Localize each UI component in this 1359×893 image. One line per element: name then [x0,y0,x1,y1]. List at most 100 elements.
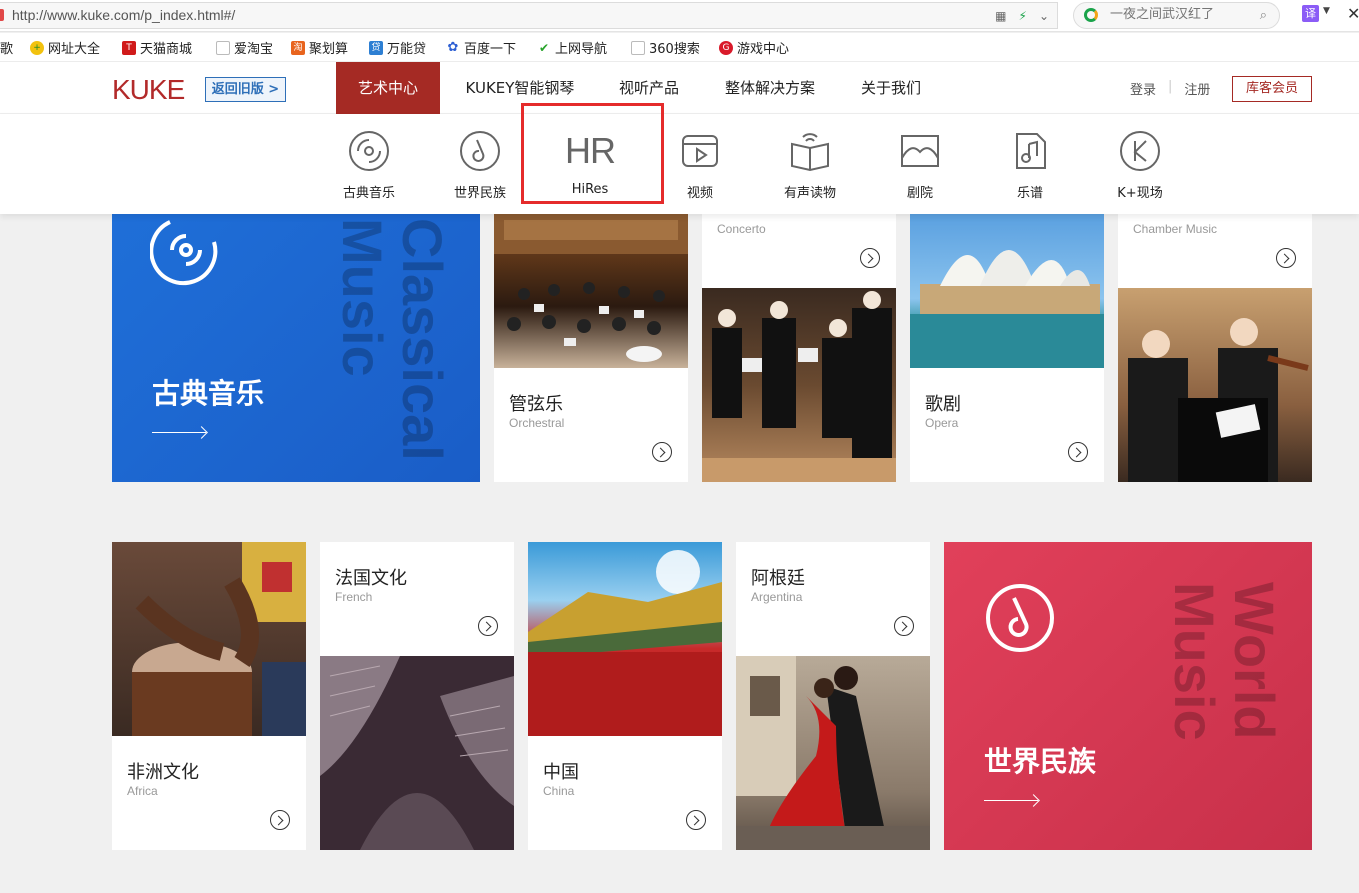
classical-word: Classical [391,218,454,461]
address-bar[interactable]: http://www.kuke.com/p_index.html#/ ▦ ⚡ ⌄ [0,2,1058,29]
card-subtitle: Opera [925,416,959,430]
arc-de-triomphe-photo [320,656,514,850]
card-subtitle: Africa [127,784,158,798]
arrow-right-icon [152,432,206,433]
disc-icon [349,131,389,171]
nav-about-us[interactable]: 关于我们 [846,62,936,114]
french-card[interactable]: 法国文化 French [320,542,514,850]
submenu-label: 剧院 [906,186,933,201]
register-link[interactable]: 注册 [1184,79,1210,98]
baidu-paw-icon: ✿ [446,39,460,55]
card-title: 世界民族 [984,745,1097,778]
arrow-right-icon [984,800,1038,801]
caret-down-icon[interactable]: ▼ [1323,6,1330,16]
grid-icon[interactable]: ▦ [995,9,1006,23]
content-grid: Classical Music 古典音乐 管弦乐 Orchestral Conc… [0,214,1359,893]
circle-arrow-icon[interactable] [478,616,498,636]
art-center-submenu: 古典音乐 世界民族 HR HiRes 视频 有声读物 剧院 乐谱 K+现场 [0,114,1359,214]
submenu-classical[interactable]: 古典音乐 [324,128,414,201]
note-circle-icon [460,131,500,171]
card-title: 管弦乐 [509,394,563,415]
nav-solutions[interactable]: 整体解决方案 [710,62,830,114]
submenu-hires[interactable]: HR HiRes [545,128,635,197]
search-engine-icon[interactable] [1084,8,1098,22]
submenu-label: 视频 [686,186,713,201]
orchestra-photo [494,214,688,368]
orchestral-card[interactable]: 管弦乐 Orchestral [494,214,688,482]
bookmark-item[interactable]: 360搜索 [631,38,700,57]
card-subtitle: French [335,590,373,604]
note-circle-icon [986,584,1054,652]
argentina-card[interactable]: 阿根廷 Argentina [736,542,930,850]
submenu-label: 古典音乐 [342,186,395,201]
kuke-logo[interactable]: KUKE [112,74,185,106]
bookmark-item[interactable]: 贷万能贷 [369,38,426,57]
africa-card[interactable]: 非洲文化 Africa [112,542,306,850]
bookmark-item[interactable]: T 天猫商城 [122,38,192,57]
china-card[interactable]: 中国 China [528,542,722,850]
card-subtitle: Concerto [717,222,766,236]
card-title: 中国 [543,762,579,783]
bookmark-item[interactable]: + 网址大全 [30,38,100,57]
submenu-theater[interactable]: 剧院 [875,128,965,201]
bookmark-item[interactable]: 歌 [0,38,13,57]
video-icon [682,135,718,167]
circle-arrow-icon[interactable] [894,616,914,636]
bookmark-item[interactable]: ✔ 上网导航 [537,38,607,57]
search-icon[interactable]: ⌕ [1260,8,1267,23]
nav-av-products[interactable]: 视听产品 [604,62,694,114]
audiobook-icon [791,133,829,172]
chevron-down-icon[interactable]: ⌄ [1039,9,1049,23]
card-title: 法国文化 [335,568,407,589]
browser-search[interactable]: ⌕ [1073,2,1280,29]
world-music-card[interactable]: World Music 世界民族 [944,542,1312,850]
circle-arrow-icon[interactable] [652,442,672,462]
logo-text: KUKE [112,74,185,105]
bookmark-item[interactable]: 淘聚划算 [291,38,348,57]
hires-icon: HR [565,130,616,171]
submenu-sheet-music[interactable]: 乐谱 [985,128,1075,201]
bookmark-item[interactable]: ✿ 百度一下 [446,38,516,57]
card-title: 非洲文化 [127,762,199,783]
circle-arrow-icon[interactable] [686,810,706,830]
circle-arrow-icon[interactable] [860,248,880,268]
globe-icon: + [30,40,44,55]
card-subtitle: Argentina [751,590,803,604]
music-word: Music [331,218,394,377]
member-button[interactable]: 库客会员 [1232,76,1312,102]
submenu-video[interactable]: 视频 [655,128,745,201]
browser-toolbar: http://www.kuke.com/p_index.html#/ ▦ ⚡ ⌄… [0,0,1359,32]
submenu-audiobook[interactable]: 有声读物 [765,128,855,201]
opera-card[interactable]: 歌剧 Opera [910,214,1104,482]
chamber-music-card[interactable]: Chamber Music [1118,214,1312,482]
tmall-icon: T [122,40,136,55]
submenu-k-live[interactable]: K+现场 [1095,128,1185,201]
juhuasuan-icon: 淘 [291,40,305,55]
circle-arrow-icon[interactable] [270,810,290,830]
nav-kukey-piano[interactable]: KUKEY智能钢琴 [450,62,590,114]
translate-icon[interactable]: 译 [1302,5,1319,22]
back-to-old-version-button[interactable]: 返回旧版 > [205,77,286,102]
card-subtitle: Chamber Music [1133,222,1218,236]
url-text[interactable]: http://www.kuke.com/p_index.html#/ [12,7,235,23]
search-input[interactable] [1110,7,1250,22]
forbidden-city-photo [528,542,722,736]
login-link[interactable]: 登录 [1130,79,1156,98]
bookmark-item[interactable]: 爱淘宝 [216,38,273,57]
k-live-icon [1120,131,1160,171]
nav-art-center[interactable]: 艺术中心 [336,62,440,114]
circle-arrow-icon[interactable] [1068,442,1088,462]
submenu-world[interactable]: 世界民族 [435,128,525,201]
divider: | [1168,79,1173,94]
game-icon: G [719,40,733,55]
lightning-icon[interactable]: ⚡ [1019,9,1027,23]
bookmark-item[interactable]: G 游戏中心 [719,38,789,57]
page-icon [216,40,230,55]
sheet-music-icon [1016,133,1046,169]
card-subtitle: Orchestral [509,416,565,430]
concerto-card[interactable]: Concerto [702,214,896,482]
close-icon[interactable]: ✕ [1347,4,1359,23]
circle-arrow-icon[interactable] [1276,248,1296,268]
card-title: 阿根廷 [751,568,805,589]
classical-music-card[interactable]: Classical Music 古典音乐 [112,214,480,482]
